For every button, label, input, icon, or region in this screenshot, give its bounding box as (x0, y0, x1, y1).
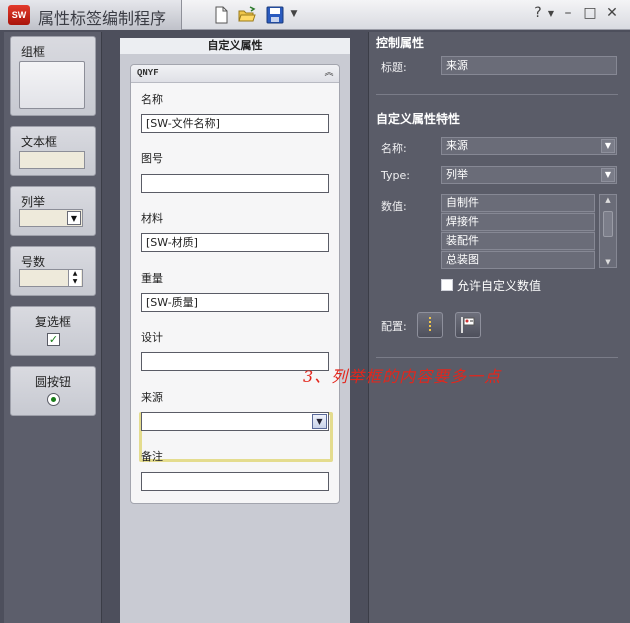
open-folder-icon[interactable] (238, 6, 256, 24)
remark-field[interactable] (141, 472, 329, 491)
tool-text-box[interactable]: 文本框 (10, 126, 96, 176)
save-icon[interactable] (266, 6, 284, 24)
tool-list-label: 列举 (21, 195, 46, 209)
radio-icon (47, 393, 60, 406)
name-label: 名称 (141, 93, 163, 106)
name-field[interactable]: [SW-文件名称] (141, 114, 329, 133)
group-title: QNYF (137, 68, 159, 78)
tool-checkbox[interactable]: 复选框 ✓ (10, 306, 96, 356)
design-canvas: 自定义属性 QNYF ︽ 名称 [SW-文件名称] 图号 材料 [SW-材质] … (106, 32, 364, 623)
values-label: 数值: (381, 200, 407, 213)
chevron-down-icon[interactable]: ▼ (601, 168, 615, 182)
tool-group-box[interactable]: 组框 (10, 36, 96, 116)
name-prop-value: 来源 (446, 139, 468, 152)
source-combo[interactable]: ▼ (141, 412, 329, 431)
list-item[interactable]: 总装图 (441, 251, 595, 269)
app-title-tab: SW 属性标签编制程序 (0, 0, 182, 30)
collapse-icon[interactable]: ︽ (323, 67, 335, 79)
name-prop-label: 名称: (381, 142, 407, 155)
close-button[interactable]: ✕ (604, 5, 620, 21)
config-all-button[interactable] (417, 312, 443, 338)
number-preview: ▲ ▼ (19, 269, 83, 287)
material-field[interactable]: [SW-材质] (141, 233, 329, 252)
list-item[interactable]: 装配件 (441, 232, 595, 250)
app-logo: SW (8, 5, 30, 25)
remark-label: 备注 (141, 450, 163, 463)
values-scrollbar[interactable]: ▲ ▼ (599, 194, 617, 268)
new-document-icon[interactable] (212, 6, 230, 24)
scroll-thumb[interactable] (603, 211, 613, 237)
control-toolbox: 组框 文本框 列举 ▼ 号数 ▲ ▼ 复选框 ✓ 圆按钮 (4, 32, 102, 623)
list-preview: ▼ (19, 209, 83, 227)
tool-group-box-label: 组框 (21, 45, 46, 59)
weight-field[interactable]: [SW-质量] (141, 293, 329, 312)
caption-input[interactable]: 来源 (441, 56, 617, 75)
help-label: ? (534, 5, 542, 21)
list-item[interactable]: 焊接件 (441, 213, 595, 231)
group-header: QNYF ︽ (131, 65, 339, 83)
spinner-icon: ▲ ▼ (68, 270, 81, 286)
tool-list[interactable]: 列举 ▼ (10, 186, 96, 236)
group-box-qnyf[interactable]: QNYF ︽ 名称 [SW-文件名称] 图号 材料 [SW-材质] 重量 [SW… (130, 64, 340, 504)
name-prop-combo[interactable]: 来源 ▼ (441, 137, 617, 155)
properties-panel: 控制属性 标题: 来源 自定义属性特性 名称: 来源 ▼ Type: 列举 ▼ … (368, 32, 630, 623)
tool-number[interactable]: 号数 ▲ ▼ (10, 246, 96, 296)
allow-custom-label: 允许自定义数值 (457, 279, 542, 293)
scroll-up-icon[interactable]: ▲ (602, 196, 614, 204)
allow-custom-checkbox[interactable] (441, 279, 453, 291)
type-combo[interactable]: 列举 ▼ (441, 166, 617, 184)
tool-text-box-label: 文本框 (21, 135, 58, 149)
source-label: 来源 (141, 391, 163, 404)
text-box-preview (19, 151, 85, 169)
chevron-down-icon[interactable]: ▼ (601, 139, 615, 153)
save-dropdown-icon[interactable]: ▼ (286, 9, 302, 19)
chevron-down-icon[interactable]: ▼ (312, 414, 327, 429)
design-field[interactable] (141, 352, 329, 371)
tool-radio-button[interactable]: 圆按钮 (10, 366, 96, 416)
list-item[interactable]: 自制件 (441, 194, 595, 212)
title-bar: SW 属性标签编制程序 ▼ ? ▼ – □ ✕ (0, 0, 630, 30)
help-dropdown-icon[interactable]: ▼ (543, 9, 559, 18)
checkbox-icon: ✓ (47, 333, 60, 346)
tool-number-label: 号数 (21, 255, 46, 269)
design-label: 设计 (141, 331, 163, 344)
form-header: 自定义属性 (120, 38, 350, 54)
divider (376, 94, 618, 95)
config-flag-icon (461, 317, 475, 333)
tool-checkbox-label: 复选框 (34, 315, 71, 329)
type-label: Type: (381, 169, 410, 182)
config-label: 配置: (381, 320, 407, 333)
divider (376, 357, 618, 358)
type-value: 列举 (446, 168, 468, 181)
material-label: 材料 (141, 212, 163, 225)
maximize-button[interactable]: □ (582, 5, 598, 21)
config-list-icon (429, 317, 431, 333)
tool-radio-button-label: 圆按钮 (34, 375, 71, 389)
control-properties-title: 控制属性 (376, 36, 425, 50)
form-preview: 自定义属性 QNYF ︽ 名称 [SW-文件名称] 图号 材料 [SW-材质] … (120, 38, 350, 623)
custom-properties-title: 自定义属性特性 (376, 112, 461, 126)
chevron-down-icon: ▼ (67, 211, 81, 225)
group-box-preview (19, 61, 85, 109)
config-specific-button[interactable] (455, 312, 481, 338)
weight-label: 重量 (141, 272, 163, 285)
scroll-down-icon[interactable]: ▼ (602, 258, 614, 266)
app-title: 属性标签编制程序 (38, 9, 167, 28)
caption-label: 标题: (381, 61, 407, 74)
drawing-no-field[interactable] (141, 174, 329, 193)
values-list[interactable]: 自制件 焊接件 装配件 总装图 (441, 194, 595, 269)
drawing-no-label: 图号 (141, 152, 163, 165)
annotation-note: 3、列举框的内容要多一点 (303, 367, 502, 386)
minimize-button[interactable]: – (560, 5, 576, 21)
